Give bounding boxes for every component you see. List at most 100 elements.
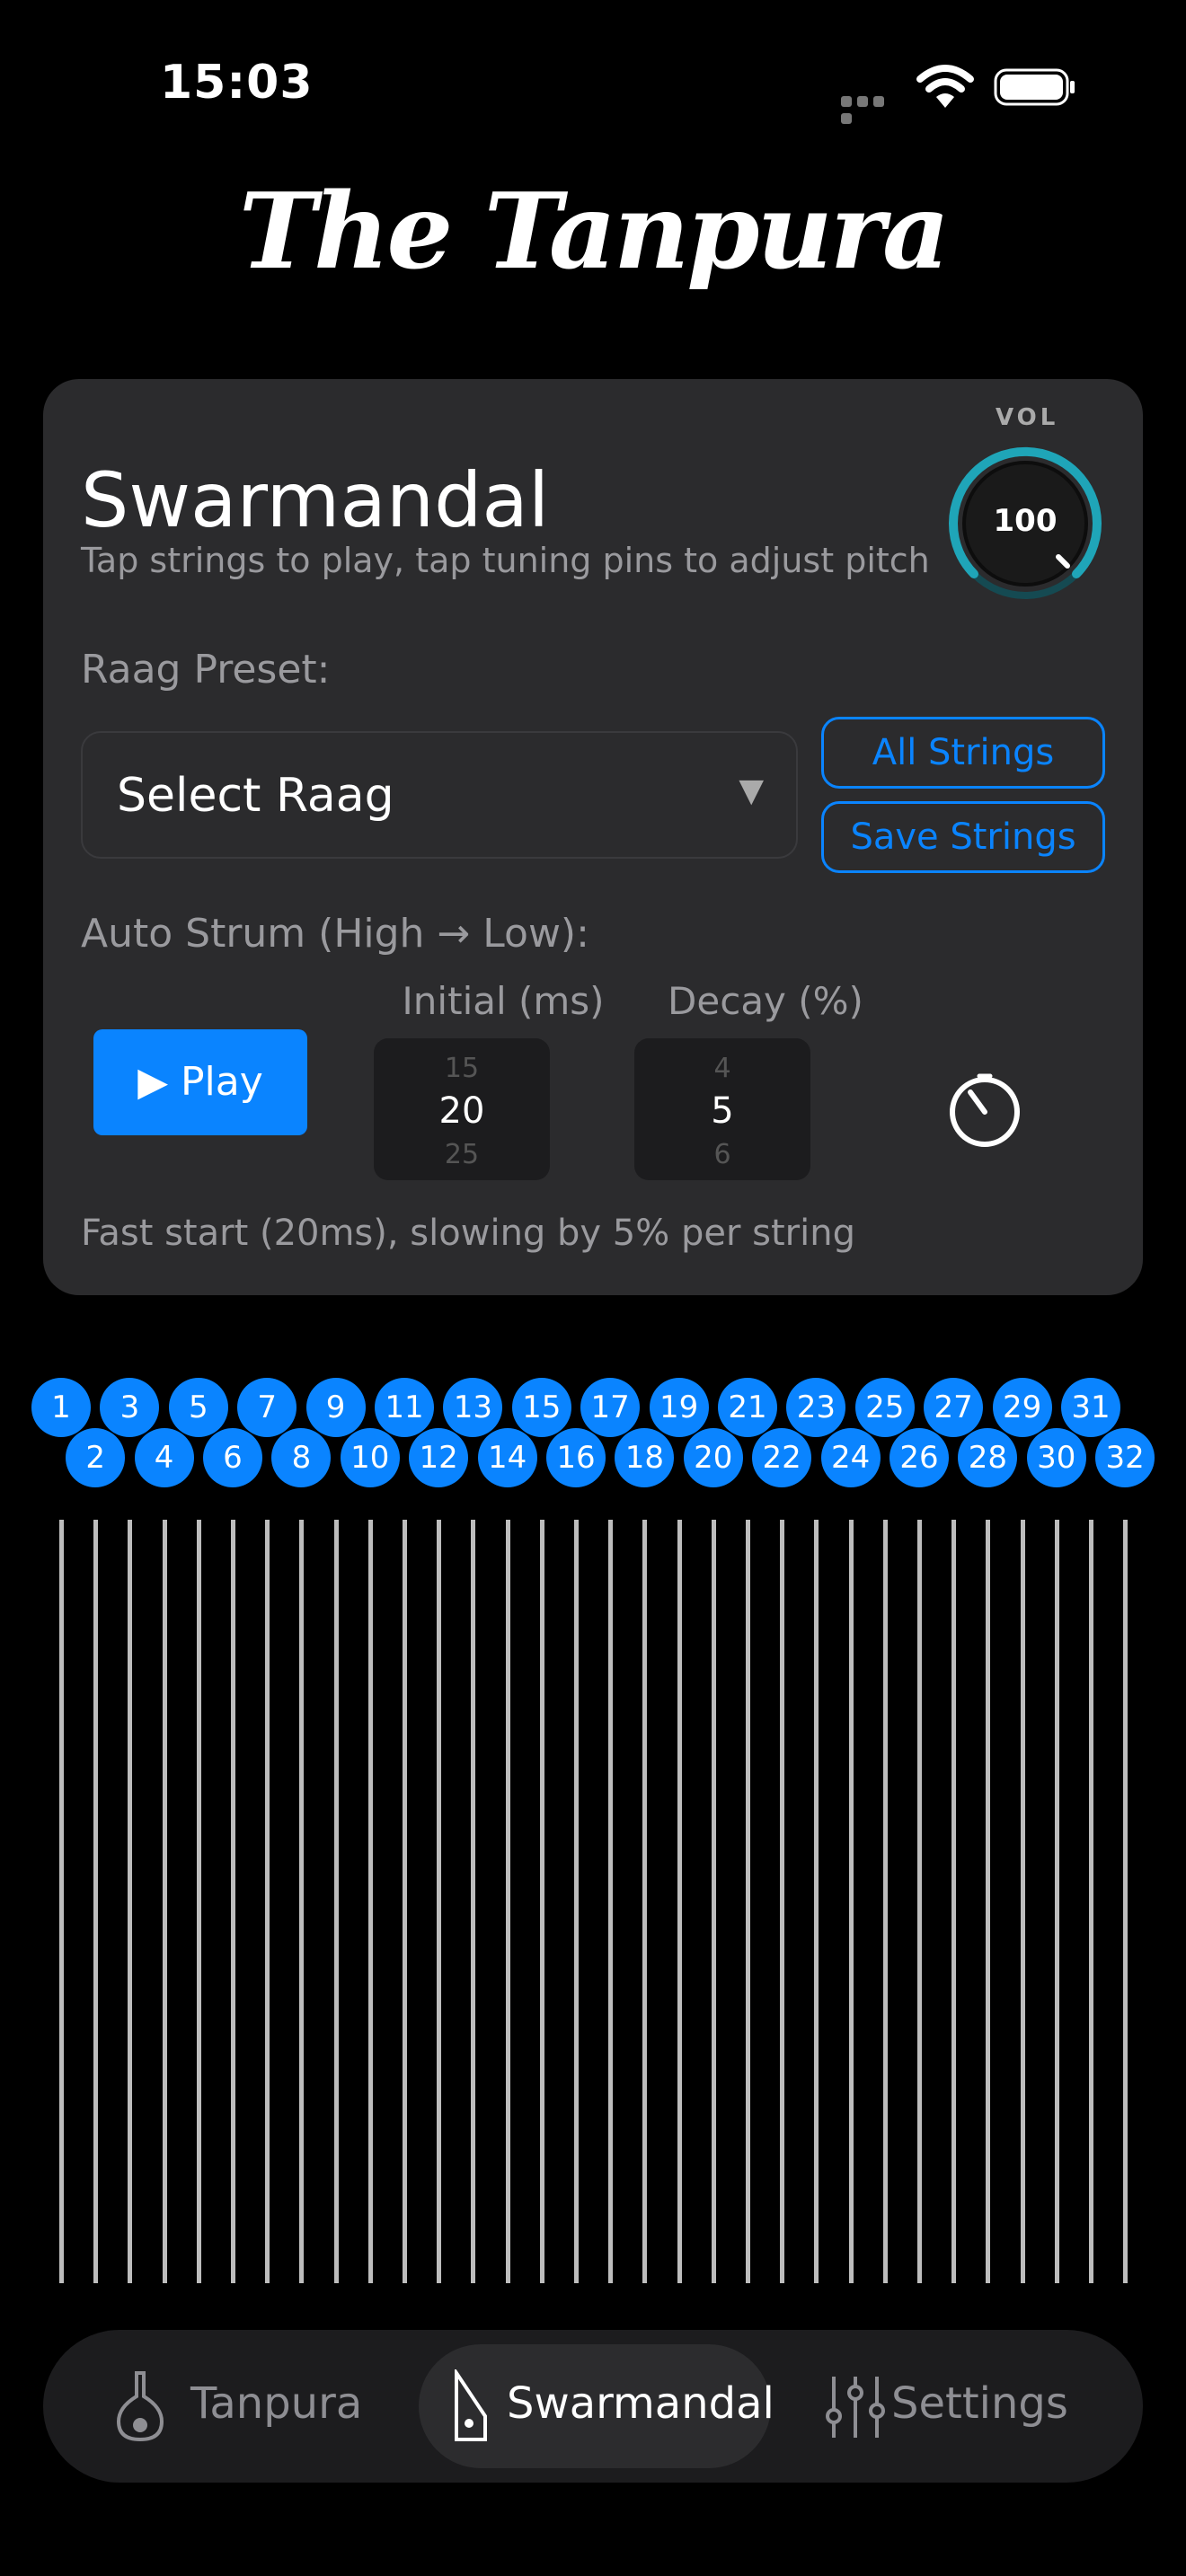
tuning-pin[interactable]: 6 [203, 1428, 262, 1487]
raag-preset-label: Raag Preset: [81, 647, 331, 693]
string[interactable] [471, 1520, 476, 2283]
tuning-pin[interactable]: 31 [1061, 1378, 1120, 1437]
tuning-pin[interactable]: 17 [580, 1378, 641, 1437]
string[interactable] [299, 1520, 305, 2283]
tuning-pin[interactable]: 29 [992, 1378, 1052, 1437]
raag-select[interactable]: Select Raag ▼ [81, 731, 798, 859]
tuning-pin[interactable]: 5 [168, 1378, 228, 1437]
tuning-pin[interactable]: 15 [511, 1378, 571, 1437]
tab-settings[interactable]: Settings [891, 2378, 1068, 2429]
tuning-pin[interactable]: 10 [340, 1428, 400, 1487]
tuning-pin[interactable]: 9 [305, 1378, 366, 1437]
string[interactable] [265, 1520, 270, 2283]
string[interactable] [1020, 1520, 1025, 2283]
string[interactable] [333, 1520, 339, 2283]
string[interactable] [93, 1520, 99, 2283]
tuning-pin[interactable]: 27 [924, 1378, 984, 1437]
tuning-pin[interactable]: 22 [752, 1428, 812, 1487]
tuning-pin[interactable]: 19 [649, 1378, 709, 1437]
tuning-pin[interactable]: 13 [443, 1378, 503, 1437]
picker-next-value: 6 [713, 1139, 731, 1170]
raag-select-value: Select Raag [117, 769, 394, 823]
volume-label: VOL [996, 404, 1059, 431]
tab-swarmandal[interactable]: Swarmandal [507, 2378, 774, 2429]
string[interactable] [780, 1520, 785, 2283]
status-time: 15:03 [160, 56, 314, 110]
string[interactable] [128, 1520, 133, 2283]
tuning-pin[interactable]: 23 [786, 1378, 846, 1437]
tuning-pin[interactable]: 1 [31, 1378, 91, 1437]
tuning-pin[interactable]: 21 [718, 1378, 777, 1437]
tuning-pin[interactable]: 12 [409, 1428, 469, 1487]
tab-tanpura[interactable]: Tanpura [190, 2378, 362, 2429]
save-strings-button[interactable]: Save Strings [821, 801, 1105, 873]
string[interactable] [814, 1520, 819, 2283]
tuning-pin[interactable]: 18 [615, 1428, 675, 1487]
timer-icon[interactable] [945, 1071, 1024, 1150]
string[interactable] [162, 1520, 167, 2283]
string[interactable] [986, 1520, 991, 2283]
tuning-pin[interactable]: 14 [477, 1428, 537, 1487]
string[interactable] [574, 1520, 579, 2283]
card-subtitle: Tap strings to play, tap tuning pins to … [81, 541, 930, 580]
string[interactable] [951, 1520, 957, 2283]
tuning-pin[interactable]: 3 [100, 1378, 160, 1437]
strum-description: Fast start (20ms), slowing by 5% per str… [81, 1213, 855, 1254]
tuning-pin[interactable]: 7 [237, 1378, 297, 1437]
string[interactable] [917, 1520, 922, 2283]
string[interactable] [711, 1520, 716, 2283]
dropdown-caret-icon: ▼ [739, 772, 764, 809]
initial-ms-picker[interactable]: 15 20 25 [374, 1038, 550, 1180]
string[interactable] [196, 1520, 201, 2283]
picker-selected-value: 5 [711, 1090, 734, 1132]
decay-label: Decay (%) [668, 979, 863, 1023]
string[interactable] [403, 1520, 407, 2283]
string[interactable] [231, 1520, 235, 2283]
volume-value: 100 [993, 503, 1058, 539]
tuning-pin[interactable]: 8 [271, 1428, 332, 1487]
card-title: Swarmandal [81, 456, 550, 544]
string[interactable] [746, 1520, 750, 2283]
string[interactable] [505, 1520, 510, 2283]
string[interactable] [1054, 1520, 1059, 2283]
string[interactable] [848, 1520, 854, 2283]
cellular-icon [841, 93, 904, 124]
tuning-pin[interactable]: 25 [854, 1378, 915, 1437]
string[interactable] [608, 1520, 614, 2283]
string[interactable] [677, 1520, 682, 2283]
swarmandal-card: Swarmandal Tap strings to play, tap tuni… [43, 379, 1143, 1295]
string[interactable] [59, 1520, 64, 2283]
swarmandal-icon [455, 2369, 487, 2441]
picker-next-value: 25 [444, 1139, 480, 1170]
string[interactable] [539, 1520, 544, 2283]
tuning-pin[interactable]: 26 [890, 1428, 949, 1487]
tuning-pin[interactable]: 11 [375, 1378, 434, 1437]
picker-prev-value: 4 [713, 1053, 731, 1084]
string[interactable] [882, 1520, 888, 2283]
decay-picker[interactable]: 4 5 6 [634, 1038, 810, 1180]
tuning-pin[interactable]: 4 [134, 1428, 194, 1487]
picker-prev-value: 15 [444, 1053, 480, 1084]
string[interactable] [367, 1520, 373, 2283]
string[interactable] [437, 1520, 442, 2283]
battery-icon [994, 68, 1075, 106]
sliders-icon [826, 2377, 885, 2438]
tuning-pin[interactable]: 2 [66, 1428, 126, 1487]
tuning-pin[interactable]: 30 [1026, 1428, 1086, 1487]
tuning-pin[interactable]: 24 [820, 1428, 881, 1487]
picker-selected-value: 20 [438, 1090, 485, 1132]
wifi-icon [916, 65, 974, 108]
string[interactable] [1089, 1520, 1093, 2283]
tab-bar: Tanpura Swarmandal Settings [43, 2330, 1143, 2483]
tuning-pin[interactable]: 32 [1095, 1428, 1155, 1487]
tuning-pin[interactable]: 16 [546, 1428, 606, 1487]
tuning-pin[interactable]: 20 [683, 1428, 743, 1487]
app-logo: The Tanpura [238, 171, 950, 293]
string[interactable] [642, 1520, 648, 2283]
auto-strum-label: Auto Strum (High → Low): [81, 911, 589, 957]
string[interactable] [1123, 1520, 1128, 2283]
play-button[interactable]: ▶ Play [93, 1029, 307, 1135]
tuning-pin[interactable]: 28 [958, 1428, 1018, 1487]
all-strings-button[interactable]: All Strings [821, 717, 1105, 789]
tanpura-icon [116, 2371, 164, 2442]
